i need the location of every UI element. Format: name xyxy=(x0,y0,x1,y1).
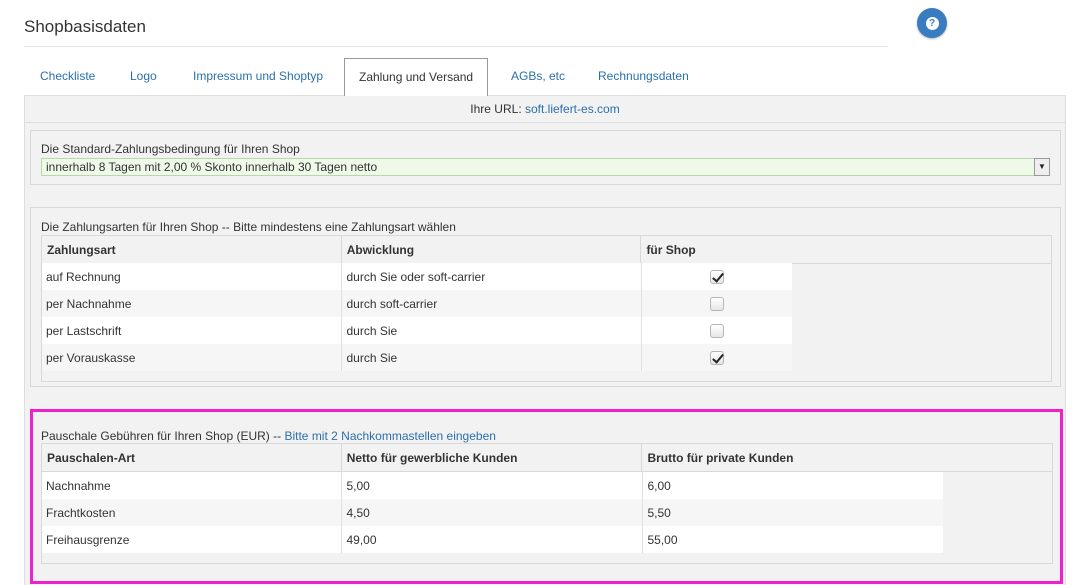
column-header: Zahlungsart xyxy=(41,235,342,264)
fees-hint: Bitte mit 2 Nachkommastellen eingeben xyxy=(284,429,496,443)
table-row: Nachnahme 5,00 6,00 xyxy=(41,472,943,499)
payment-condition-select[interactable]: innerhalb 8 Tagen mit 2,00 % Skonto inne… xyxy=(41,158,1050,176)
column-header: Abwicklung xyxy=(340,235,642,264)
column-header: Brutto für private Kunden xyxy=(641,443,1053,472)
checkbox-auf-rechnung[interactable] xyxy=(709,269,724,284)
table-row: Freihausgrenze 49,00 55,00 xyxy=(41,526,943,553)
table-row: auf Rechnung durch Sie oder soft-carrier xyxy=(41,263,792,290)
payment-methods-label: Die Zahlungsarten für Ihren Shop -- Bitt… xyxy=(41,220,456,234)
page-title: Shopbasisdaten xyxy=(24,17,146,36)
question-icon: ? xyxy=(925,16,939,30)
table-row: Frachtkosten 4,50 5,50 xyxy=(41,499,943,526)
payment-method-handling: durch Sie xyxy=(341,344,642,371)
tab-zahlung-und-versand[interactable]: Zahlung und Versand xyxy=(344,58,489,97)
shop-url-row: Ihre URL: soft.liefert-es.com xyxy=(25,96,1065,123)
fees-table: Nachnahme 5,00 6,00 Frachtkosten 4,50 5,… xyxy=(41,472,943,553)
fee-type: Freihausgrenze xyxy=(41,526,342,553)
tab-bar: Checkliste Logo Impressum und Shoptyp Za… xyxy=(24,58,1066,97)
title-divider xyxy=(24,46,888,47)
payment-method-handling: durch soft-carrier xyxy=(341,290,642,317)
fees-title: Pauschale Gebühren für Ihren Shop (EUR) … xyxy=(41,429,282,443)
payment-method-handling: durch Sie xyxy=(341,317,642,344)
fee-gross-input[interactable]: 6,00 xyxy=(642,472,943,499)
fee-net-input[interactable]: 49,00 xyxy=(341,526,643,553)
fees-box: Pauschale Gebühren für Ihren Shop (EUR) … xyxy=(35,418,1057,566)
payment-method-name: per Nachnahme xyxy=(41,290,342,317)
column-header: Pauschalen-Art xyxy=(41,443,342,472)
tab-checkliste[interactable]: Checkliste xyxy=(24,58,111,96)
table-row: per Nachnahme durch soft-carrier xyxy=(41,290,792,317)
tab-logo[interactable]: Logo xyxy=(114,58,173,96)
fees-label: Pauschale Gebühren für Ihren Shop (EUR) … xyxy=(41,429,496,443)
shop-url-label: Ihre URL: xyxy=(470,102,522,116)
fee-gross-input[interactable]: 5,50 xyxy=(642,499,943,526)
help-button[interactable]: ? xyxy=(917,8,947,38)
payment-method-handling: durch Sie oder soft-carrier xyxy=(341,263,642,290)
payment-methods-rows: auf Rechnung durch Sie oder soft-carrier… xyxy=(41,263,792,371)
tab-content-panel: Ihre URL: soft.liefert-es.com Die Standa… xyxy=(24,96,1066,585)
checkbox-per-vorauskasse[interactable] xyxy=(709,350,724,365)
chevron-down-icon[interactable]: ▼ xyxy=(1034,158,1050,176)
payment-methods-box: Die Zahlungsarten für Ihren Shop -- Bitt… xyxy=(30,207,1061,387)
tab-impressum-und-shoptyp[interactable]: Impressum und Shoptyp xyxy=(177,58,339,96)
tab-rechnungsdaten[interactable]: Rechnungsdaten xyxy=(582,58,705,96)
fee-net-input[interactable]: 4,50 xyxy=(341,499,643,526)
payment-condition-label: Die Standard-Zahlungsbedingung für Ihren… xyxy=(41,142,300,156)
fee-type: Nachnahme xyxy=(41,472,342,499)
column-header: Netto für gewerbliche Kunden xyxy=(340,443,643,472)
payment-condition-box: Die Standard-Zahlungsbedingung für Ihren… xyxy=(30,130,1061,185)
table-row: per Lastschrift durch Sie xyxy=(41,317,792,344)
fee-net-input[interactable]: 5,00 xyxy=(341,472,643,499)
payment-method-name: per Lastschrift xyxy=(41,317,342,344)
column-header: für Shop xyxy=(640,235,1052,264)
payment-method-name: per Vorauskasse xyxy=(41,344,342,371)
checkbox-per-lastschrift[interactable] xyxy=(709,323,724,338)
checkbox-per-nachnahme[interactable] xyxy=(709,296,724,311)
fees-table-header: Pauschalen-Art Netto für gewerbliche Kun… xyxy=(41,443,1053,472)
fee-gross-input[interactable]: 55,00 xyxy=(642,526,943,553)
payment-method-name: auf Rechnung xyxy=(41,263,342,290)
payment-methods-table: Zahlungsart Abwicklung für Shop xyxy=(41,235,1052,264)
payment-condition-value: innerhalb 8 Tagen mit 2,00 % Skonto inne… xyxy=(46,160,378,174)
fee-type: Frachtkosten xyxy=(41,499,342,526)
tab-agbs[interactable]: AGBs, etc xyxy=(495,58,581,96)
table-row: per Vorauskasse durch Sie xyxy=(41,344,792,371)
shop-url-link[interactable]: soft.liefert-es.com xyxy=(525,102,620,116)
